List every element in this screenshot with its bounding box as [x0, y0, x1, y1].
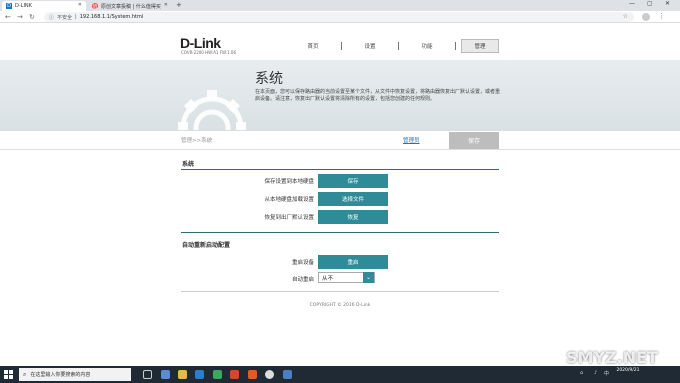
tab-dlink[interactable]: D D-LINK ✕: [2, 1, 86, 11]
app-icon[interactable]: [161, 370, 170, 379]
new-tab-button[interactable]: +: [176, 1, 182, 9]
close-icon[interactable]: ✕: [78, 2, 82, 8]
page-header: D-Link COVR-2200 HW:A1 FW:1.06 首页 设置 功能 …: [0, 23, 680, 60]
footer-divider: [181, 291, 499, 292]
app-icon[interactable]: [248, 370, 257, 379]
bookmark-star-icon[interactable]: ☆: [623, 13, 628, 20]
taskbar: ⌕ 在这里输入你要搜索的内容 ⌂ ♪ 中 2020/9/21: [0, 366, 680, 383]
edge-icon[interactable]: [195, 370, 204, 379]
maximize-button[interactable]: ▢: [647, 0, 653, 7]
save-button[interactable]: 保存: [449, 132, 499, 149]
clock-date: 2020/9/21: [616, 368, 640, 373]
auto-reboot-select[interactable]: 从不 ⌄: [318, 272, 375, 283]
page-banner: 系统 在本页面，您可以保存路由器的当前设置至某个文件，从文件中恢复设置，将路由器…: [0, 60, 680, 130]
back-arrow-icon[interactable]: ←: [5, 13, 11, 21]
auto-reboot-label: 自动重启: [291, 277, 314, 283]
search-icon: ⌕: [23, 370, 27, 378]
windows-start-icon[interactable]: [4, 370, 13, 379]
tab-title: D-LINK: [15, 3, 32, 9]
nav-home[interactable]: 首页: [290, 42, 336, 50]
tab-title: 原创文章投稿 | 什么值得买: [101, 3, 161, 10]
toolbar: 管理>>系统 管理员 保存: [0, 130, 680, 150]
reload-icon[interactable]: ↻: [29, 13, 35, 21]
choose-file-button[interactable]: 选择文件: [318, 192, 388, 206]
gear-icon: [178, 90, 246, 130]
minimize-button[interactable]: —: [629, 0, 635, 7]
router-page: D-Link COVR-2200 HW:A1 FW:1.06 首页 设置 功能 …: [0, 23, 680, 366]
save-to-disk-label: 保存设置到本地硬盘: [264, 179, 314, 185]
close-icon[interactable]: ✕: [164, 2, 168, 8]
system-section-title: 系统: [182, 161, 195, 168]
nav-features[interactable]: 功能: [404, 42, 450, 50]
ime-indicator[interactable]: 中: [604, 370, 609, 377]
save-to-disk-button[interactable]: 保存: [318, 174, 388, 188]
tab-smzdm[interactable]: 值 原创文章投稿 | 什么值得买 ✕: [88, 1, 172, 11]
url-input[interactable]: ⓘ 不安全 | 192.168.1.1/System.html ☆: [44, 12, 634, 22]
forward-arrow-icon[interactable]: →: [17, 13, 23, 21]
app-icon[interactable]: [213, 370, 222, 379]
auto-reboot-value: 从不: [322, 275, 334, 282]
browser-tab-bar: D D-LINK ✕ 值 原创文章投稿 | 什么值得买 ✕ + — ▢ ✕: [0, 0, 680, 11]
taskbar-search-input[interactable]: ⌕ 在这里输入你要搜索的内容: [19, 368, 131, 381]
window-close-button[interactable]: ✕: [665, 0, 670, 7]
nav-settings[interactable]: 设置: [347, 42, 393, 50]
copyright-text: COPYRIGHT © 2016 D-Link: [309, 303, 371, 308]
admin-link[interactable]: 管理员: [403, 136, 420, 144]
volume-icon[interactable]: ♪: [594, 370, 597, 376]
reboot-section-title: 自动重新启动配置: [182, 242, 231, 249]
nav-divider: [398, 42, 399, 50]
dlink-favicon-icon: D: [6, 3, 12, 9]
folder-icon[interactable]: [178, 370, 187, 379]
search-placeholder: 在这里输入你要搜索的内容: [30, 372, 91, 378]
watermark: SMYZ.NET: [566, 348, 658, 367]
menu-icon[interactable]: ⋮: [658, 12, 665, 20]
chrome-icon[interactable]: [265, 370, 274, 379]
clock[interactable]: 2020/9/21: [612, 368, 644, 374]
page-description: 在本页面，您可以保存路由器的当前设置至某个文件，从文件中恢复设置，将路由器恢复出…: [255, 89, 501, 102]
security-label: 不安全: [57, 14, 73, 21]
section-divider: [181, 232, 499, 233]
breadcrumb: 管理>>系统: [181, 138, 213, 144]
load-from-disk-label: 从本地硬盘加载设置: [264, 197, 314, 203]
top-nav: 首页 设置 功能 管理: [290, 39, 499, 53]
smzdm-favicon-icon: 值: [92, 3, 98, 10]
reboot-label: 重启设备: [291, 260, 314, 266]
reboot-button[interactable]: 重启: [318, 255, 388, 269]
factory-reset-label: 恢复到出厂默认设置: [264, 215, 314, 221]
network-icon[interactable]: ⌂: [580, 370, 583, 376]
dlink-logo: D-Link: [180, 35, 221, 51]
nav-management[interactable]: 管理: [461, 39, 499, 53]
chevron-down-icon[interactable]: ⌄: [363, 272, 374, 283]
url-text: 192.168.1.1/System.html: [79, 14, 144, 20]
address-bar: ← → ↻ ⓘ 不安全 | 192.168.1.1/System.html ☆ …: [0, 11, 680, 23]
restore-button[interactable]: 恢复: [318, 210, 388, 224]
nav-divider: [455, 42, 456, 50]
profile-avatar[interactable]: [642, 13, 650, 21]
app-icon[interactable]: [283, 370, 292, 379]
nav-divider: [341, 42, 342, 50]
task-view-icon[interactable]: [143, 370, 152, 379]
page-title: 系统: [255, 71, 283, 87]
app-icon[interactable]: [230, 370, 239, 379]
section-divider: [181, 169, 499, 170]
model-info: COVR-2200 HW:A1 FW:1.06: [181, 50, 237, 55]
info-icon[interactable]: ⓘ: [49, 14, 54, 21]
